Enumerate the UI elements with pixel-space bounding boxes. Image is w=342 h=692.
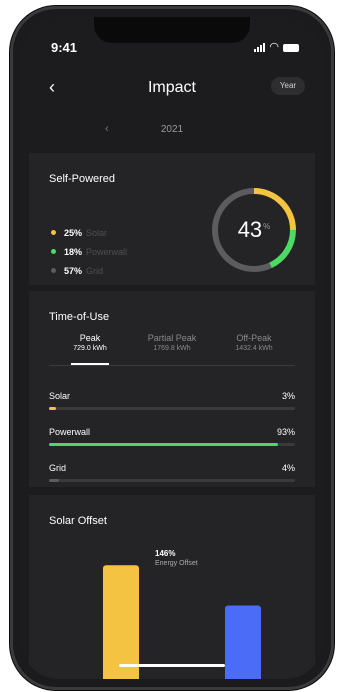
energy-offset-label: Energy Offset: [155, 560, 198, 567]
cellular-signal-icon: [254, 43, 266, 52]
bar-row-grid: Grid 4%: [49, 463, 295, 487]
energy-consumption-bar: [225, 605, 261, 679]
legend-item-powerwall: 18% Powerwall: [51, 242, 127, 261]
year-selector: ‹ 2021: [21, 123, 323, 139]
bar-track: [49, 407, 295, 410]
self-powered-title: Self-Powered: [49, 173, 116, 185]
self-powered-legend: 25% Solar 18% Powerwall 57% Grid: [51, 223, 127, 280]
bar-track: [49, 443, 295, 446]
legend-percent: 18%: [64, 246, 83, 257]
battery-icon: [283, 44, 299, 52]
time-of-use-title: Time-of-Use: [49, 311, 110, 323]
bar-fill-powerwall: [49, 443, 278, 446]
bar-percent: 4%: [281, 463, 295, 473]
screen: 9:41 ◠ ‹ Impact Year ‹ 2021 Self-Powered…: [21, 17, 323, 679]
notch: [94, 17, 250, 43]
tab-label: Peak: [79, 333, 101, 343]
self-powered-card[interactable]: Self-Powered 25% Solar 18% Powerwall 57% Grid…: [29, 153, 315, 285]
legend-dot: [51, 268, 56, 273]
bar-label: Solar: [49, 391, 71, 401]
header: ‹ Impact Year: [21, 75, 323, 103]
time-of-use-card: Time-of-Use Peak 729.0 kWh Partial Peak 176…: [29, 291, 315, 487]
bar-percent: 93%: [276, 427, 295, 437]
solar-offset-title: Solar Offset: [49, 515, 107, 527]
solar-production-bar: [103, 565, 139, 679]
legend-percent: 57%: [64, 265, 83, 276]
energy-offset-percent: 146%: [155, 549, 176, 558]
tab-energy-value: 1432.4 kWh: [235, 345, 273, 352]
legend-item-grid: 57% Grid: [51, 261, 127, 280]
legend-percent: 25%: [64, 227, 83, 238]
wifi-icon: ◠: [269, 41, 279, 53]
tab-energy-value: 1769.8 kWh: [153, 345, 191, 352]
tab-energy-value: 729.0 kWh: [73, 345, 107, 352]
self-powered-value: 43 %: [209, 185, 299, 275]
tab-partial-peak[interactable]: Partial Peak 1769.8 kWh: [131, 333, 213, 363]
time-of-use-tabs: Peak 729.0 kWh Partial Peak 1769.8 kWh Off-P…: [49, 333, 295, 365]
tabs-divider: [49, 365, 295, 366]
legend-dot: [51, 249, 56, 254]
bar-label: Powerwall: [49, 427, 91, 437]
tab-off-peak[interactable]: Off-Peak 1432.4 kWh: [213, 333, 295, 363]
legend-item-solar: 25% Solar: [51, 223, 127, 242]
legend-label: Grid: [86, 265, 104, 276]
bar-label: Grid: [49, 463, 67, 473]
legend-label: Solar: [86, 227, 108, 238]
bar-track: [49, 479, 295, 482]
bar-row-solar: Solar 3%: [49, 391, 295, 415]
tab-label: Partial Peak: [147, 333, 197, 343]
bar-percent: 3%: [281, 391, 295, 401]
status-icons: ◠: [254, 41, 299, 53]
tab-peak[interactable]: Peak 729.0 kWh: [49, 333, 131, 365]
self-powered-percent: 43: [237, 217, 263, 242]
solar-offset-chart: [103, 565, 261, 679]
self-powered-unit: %: [263, 221, 271, 231]
status-time: 9:41: [51, 40, 78, 55]
bar-fill-solar: [49, 407, 57, 410]
home-indicator[interactable]: [119, 664, 225, 667]
bar-fill-grid: [49, 479, 59, 482]
legend-label: Powerwall: [86, 246, 128, 257]
year-button[interactable]: Year: [271, 77, 305, 95]
legend-dot: [51, 230, 56, 235]
solar-offset-card[interactable]: Solar Offset 146% Energy Offset: [29, 495, 315, 679]
phone-frame: 9:41 ◠ ‹ Impact Year ‹ 2021 Self-Powered…: [10, 6, 334, 690]
bar-row-powerwall: Powerwall 93%: [49, 427, 295, 451]
year-label: 2021: [160, 124, 184, 135]
tab-label: Off-Peak: [236, 333, 272, 343]
